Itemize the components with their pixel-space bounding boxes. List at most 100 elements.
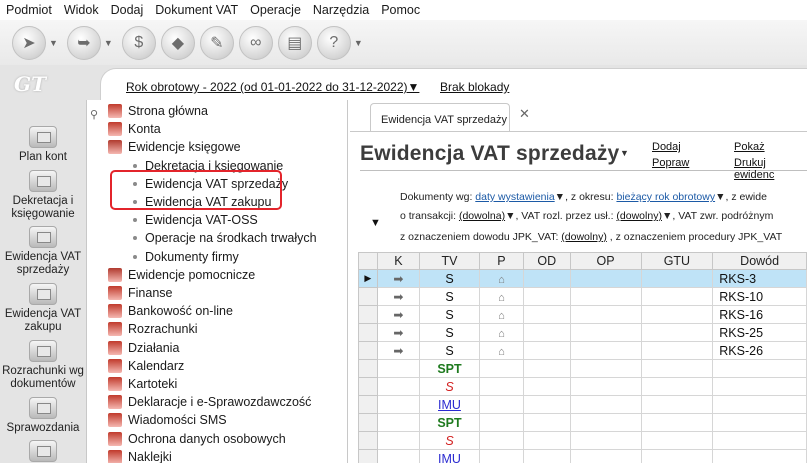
- tab-divider: [350, 131, 807, 132]
- help-icon[interactable]: ?: [316, 25, 351, 60]
- menu-item[interactable]: Podmiot: [6, 3, 52, 17]
- menu-item[interactable]: Dodaj: [111, 3, 144, 17]
- collapse-filters-icon[interactable]: ▼: [370, 217, 381, 229]
- tree-item[interactable]: Ewidencje księgowe: [108, 138, 241, 156]
- chevron-down-icon[interactable]: ▼: [104, 38, 113, 48]
- column-header[interactable]: OP: [569, 252, 642, 270]
- nav-ewidencja-vat-sprzedazy[interactable]: Ewidencja VAT sprzedaży: [0, 226, 86, 277]
- tab-ewidencja-vat-sprzedazy[interactable]: Ewidencja VAT sprzedaży: [370, 103, 510, 131]
- date-type-selector[interactable]: daty wystawienia: [475, 191, 554, 203]
- tree-item[interactable]: Wiadomości SMS: [108, 411, 227, 429]
- table-cell: S: [419, 341, 480, 360]
- table-row[interactable]: ➡ S ⌂ RKS-25: [358, 323, 807, 342]
- table-row[interactable]: SPT: [358, 413, 807, 432]
- column-header[interactable]: GTU: [640, 252, 714, 270]
- chevron-down-icon[interactable]: ▼: [555, 191, 565, 203]
- menu-item[interactable]: Pomoc: [381, 3, 420, 17]
- nav-ewidencja-vat-zakupu[interactable]: Ewidencja VAT zakupu: [0, 283, 86, 334]
- column-header[interactable]: TV: [419, 252, 480, 270]
- print-register-button[interactable]: Drukuj ewidenc: [734, 157, 807, 181]
- nav-label: Sprawozdania: [6, 422, 80, 434]
- table-row[interactable]: ▶ ➡ S ⌂ RKS-3: [358, 269, 807, 288]
- tree-item[interactable]: Działania: [108, 339, 179, 357]
- link-icon[interactable]: ∞: [238, 25, 273, 60]
- menu-item[interactable]: Widok: [64, 3, 99, 17]
- chevron-down-icon[interactable]: ▼: [505, 210, 515, 222]
- eraser-icon[interactable]: ◆: [160, 25, 195, 60]
- doc-type-label: S: [445, 271, 454, 286]
- tree-item[interactable]: Konta: [108, 120, 161, 138]
- row-indicator: ▶: [358, 269, 378, 288]
- chevron-down-icon[interactable]: ▼: [354, 38, 363, 48]
- table-row[interactable]: S: [358, 431, 807, 450]
- column-header[interactable]: OD: [522, 252, 571, 270]
- table-row[interactable]: ➡ S ⌂ RKS-16: [358, 305, 807, 324]
- tree-item[interactable]: Ewidencja VAT-OSS: [133, 211, 258, 229]
- tree-item-label: Wiadomości SMS: [128, 413, 227, 428]
- table-cell: [376, 395, 421, 414]
- tree-item[interactable]: Ewidencje pomocnicze: [108, 266, 255, 284]
- filter-label: , VAT rozl. przez usł.:: [515, 210, 614, 222]
- nav-more[interactable]: [0, 440, 86, 463]
- show-button[interactable]: Pokaż: [734, 141, 765, 153]
- tree-item[interactable]: Operacje na środkach trwałych: [133, 229, 317, 247]
- forward-icon[interactable]: ➥: [66, 25, 101, 60]
- chevron-down-icon[interactable]: ▼: [49, 38, 58, 48]
- column-header[interactable]: P: [478, 252, 524, 270]
- table-row[interactable]: ➡ S ⌂ RKS-10: [358, 287, 807, 306]
- tree-item[interactable]: Finanse: [108, 284, 172, 302]
- tree-item[interactable]: Deklaracje i e-Sprawozdawczość: [108, 393, 311, 411]
- nav-plan-kont[interactable]: Plan kont: [0, 126, 86, 164]
- menu-item[interactable]: Narzędzia: [313, 3, 369, 17]
- tree-item[interactable]: Kartoteki: [108, 375, 177, 393]
- tree-item[interactable]: Rozrachunki: [108, 320, 197, 338]
- chevron-down-icon[interactable]: ▼: [620, 148, 629, 158]
- blockade-link[interactable]: Brak blokady: [440, 80, 509, 94]
- table-row[interactable]: IMU: [358, 395, 807, 414]
- period-selector[interactable]: bieżący rok obrotowy: [616, 191, 715, 203]
- doc-type-label[interactable]: IMU: [438, 398, 461, 412]
- home-icon: ⌂: [478, 323, 524, 342]
- column-header[interactable]: Dowód: [712, 252, 807, 270]
- table-cell: [522, 395, 571, 414]
- tree-item[interactable]: Naklejki: [108, 448, 172, 463]
- add-button[interactable]: Dodaj: [652, 141, 681, 153]
- filter-label: o transakcji:: [400, 210, 457, 222]
- nav-dekretacja[interactable]: Dekretacja i księgowanie: [0, 170, 86, 221]
- jpk-selector[interactable]: (dowolny): [561, 231, 607, 243]
- vat-settlement-selector[interactable]: (dowolny): [616, 210, 662, 222]
- back-icon[interactable]: ➤: [12, 25, 46, 60]
- table-cell: [376, 449, 421, 463]
- chevron-down-icon[interactable]: ▼: [662, 210, 672, 222]
- transaction-selector[interactable]: (dowolna): [459, 210, 505, 222]
- nav-rozrachunki[interactable]: Rozrachunki wg dokumentów: [0, 340, 86, 391]
- chevron-down-icon[interactable]: ▼: [715, 191, 725, 203]
- tree-item[interactable]: Ochrona danych osobowych: [108, 430, 286, 448]
- tree-item[interactable]: Strona główna: [108, 102, 208, 120]
- pin-icon[interactable]: ⚲: [90, 108, 98, 121]
- table-row[interactable]: S: [358, 377, 807, 396]
- fiscal-year-selector[interactable]: Rok obrotowy - 2022 (od 01-01-2022 do 31…: [126, 80, 419, 94]
- menu-item[interactable]: Dokument VAT: [155, 3, 238, 17]
- nav-sprawozdania[interactable]: Sprawozdania: [0, 397, 86, 435]
- module-icon: [108, 304, 122, 319]
- close-icon[interactable]: ✕: [519, 106, 530, 122]
- menu-item[interactable]: Operacje: [250, 3, 301, 17]
- tree-item[interactable]: Bankowość on-line: [108, 302, 233, 320]
- table-row[interactable]: SPT: [358, 359, 807, 378]
- documents-grid: K TV P OD OP GTU Dowód ▶ ➡ S ⌂ RKS-3 ➡ S ⌂ RKS-1…: [358, 252, 807, 463]
- highlight-frame: [110, 170, 282, 210]
- home-icon: ⌂: [478, 269, 524, 288]
- column-header[interactable]: K: [376, 252, 421, 270]
- module-icon: [108, 413, 122, 428]
- tree-item[interactable]: Dokumenty firmy: [133, 248, 239, 266]
- money-icon[interactable]: $: [121, 25, 156, 60]
- tree-item[interactable]: Kalendarz: [108, 357, 184, 375]
- doc-type-label[interactable]: IMU: [438, 452, 461, 463]
- document-number: [712, 377, 807, 396]
- table-row[interactable]: ➡ S ⌂ RKS-26: [358, 341, 807, 360]
- table-row[interactable]: IMU: [358, 449, 807, 463]
- edit-button[interactable]: Popraw: [652, 157, 689, 169]
- tools-icon[interactable]: ✎: [199, 25, 234, 60]
- print-icon[interactable]: ▤: [277, 25, 312, 60]
